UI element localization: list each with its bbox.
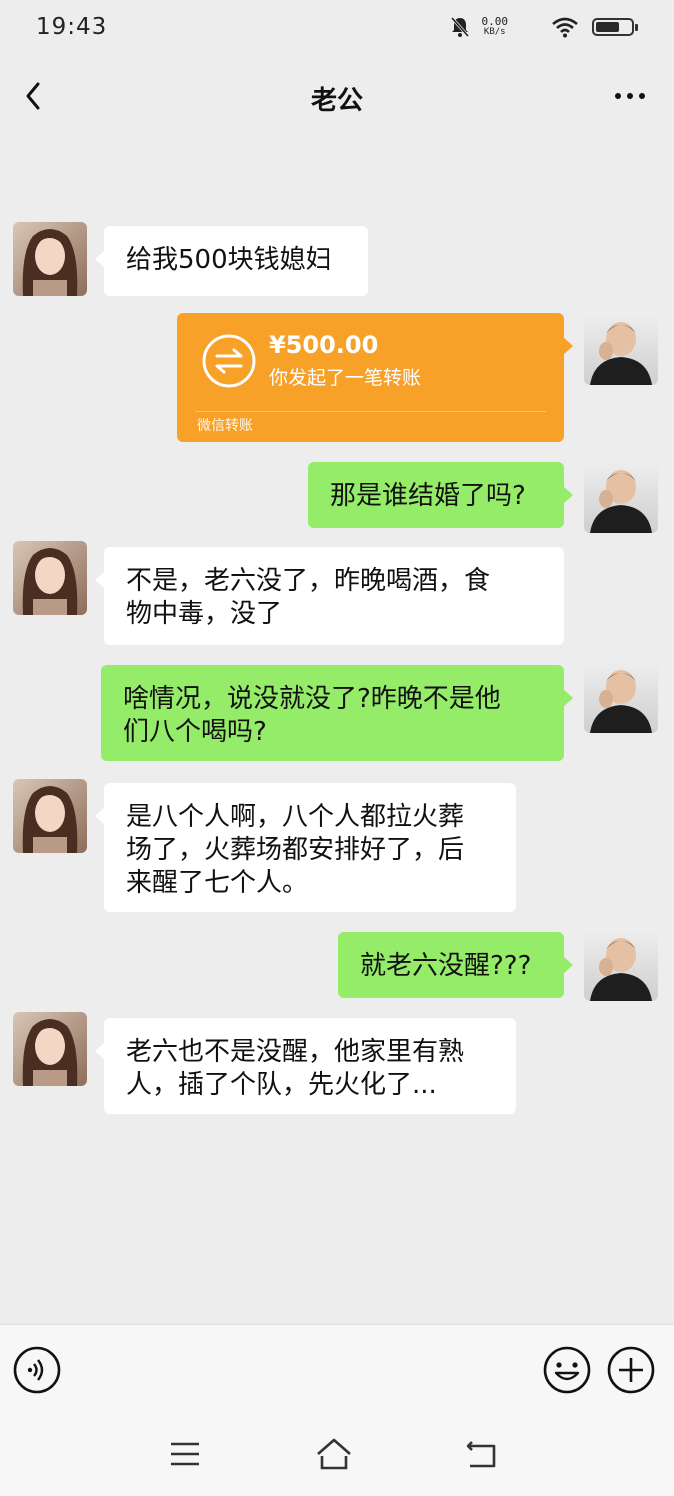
transfer-brand: 微信转账 — [197, 418, 253, 434]
avatar-wife[interactable] — [13, 1012, 87, 1086]
message-bubble[interactable]: 老六也不是没醒，他家里有熟 人，插了个队，先火化了... — [95, 1018, 516, 1114]
net-speed: 0.00 KB/s — [482, 16, 509, 38]
chat-screen: 19:43 0.00 KB/s 老公 给我500块钱媳妇 ¥500.00 你发起… — [0, 0, 674, 1496]
message-text-line: 是八个人啊，八个人都拉火葬 — [126, 802, 465, 832]
message-bubble[interactable]: 不是，老六没了，昨晚喝酒，食 物中毒，没了 — [95, 547, 564, 645]
chat-title: 老公 — [310, 86, 363, 116]
message-text-line: 来醒了七个人。 — [126, 868, 309, 898]
transfer-amount: ¥500.00 — [269, 331, 379, 359]
avatar-husband[interactable] — [584, 459, 658, 533]
avatar-wife[interactable] — [13, 779, 87, 853]
transfer-card[interactable]: ¥500.00 你发起了一笔转账 微信转账 — [177, 313, 573, 442]
net-speed-unit: KB/s — [483, 27, 506, 37]
more-icon[interactable] — [610, 84, 650, 108]
emoji-icon[interactable] — [542, 1345, 592, 1395]
plus-icon[interactable] — [606, 1345, 656, 1395]
menu-icon[interactable] — [165, 1436, 205, 1472]
status-bar: 19:43 0.00 KB/s — [0, 0, 674, 60]
system-nav-bar — [0, 1414, 674, 1496]
message-text-line: 不是，老六没了，昨晚喝酒，食 — [126, 566, 491, 596]
message-text-line: 啥情况，说没就没了?昨晚不是他 — [123, 684, 501, 714]
message-bubble[interactable]: 给我500块钱媳妇 — [95, 226, 368, 296]
message-text-line: 老六也不是没醒，他家里有熟 — [126, 1037, 465, 1067]
message-bubble[interactable]: 是八个人啊，八个人都拉火葬 场了，火葬场都安排好了，后 来醒了七个人。 — [95, 783, 516, 912]
transfer-icon — [202, 334, 256, 388]
message-text-line: 们八个喝吗? — [123, 717, 267, 747]
message-text-line: 物中毒，没了 — [126, 599, 283, 629]
message-text: 就老六没醒??? — [360, 951, 532, 981]
message-bubble[interactable]: 就老六没醒??? — [338, 932, 573, 998]
avatar-husband[interactable] — [584, 927, 658, 1001]
transfer-divider — [195, 411, 546, 412]
wifi-icon — [552, 17, 578, 38]
bell-muted-icon — [450, 17, 469, 37]
status-icons: 0.00 KB/s — [450, 16, 638, 38]
message-text-line: 场了，火葬场都安排好了，后 — [126, 835, 465, 865]
message-text: 给我500块钱媳妇 — [126, 245, 332, 275]
message-text: 那是谁结婚了吗? — [330, 481, 526, 511]
avatar-husband[interactable] — [584, 659, 658, 733]
transfer-description: 你发起了一笔转账 — [269, 367, 422, 389]
home-icon[interactable] — [314, 1436, 354, 1472]
input-bar — [0, 1324, 674, 1414]
net-speed-value: 0.00 — [481, 15, 509, 28]
chat-header: 老公 — [0, 60, 674, 132]
message-bubble[interactable]: 那是谁结婚了吗? — [308, 462, 573, 528]
avatar-wife[interactable] — [13, 222, 87, 296]
status-time: 19:43 — [36, 14, 108, 40]
message-bubble[interactable]: 啥情况，说没就没了?昨晚不是他 们八个喝吗? — [101, 665, 573, 761]
avatar-wife[interactable] — [13, 541, 87, 615]
battery-icon — [592, 18, 638, 36]
avatar-husband[interactable] — [584, 311, 658, 385]
voice-icon[interactable] — [12, 1345, 62, 1395]
message-text-line: 人，插了个队，先火化了... — [126, 1070, 437, 1100]
return-icon[interactable] — [462, 1436, 502, 1472]
